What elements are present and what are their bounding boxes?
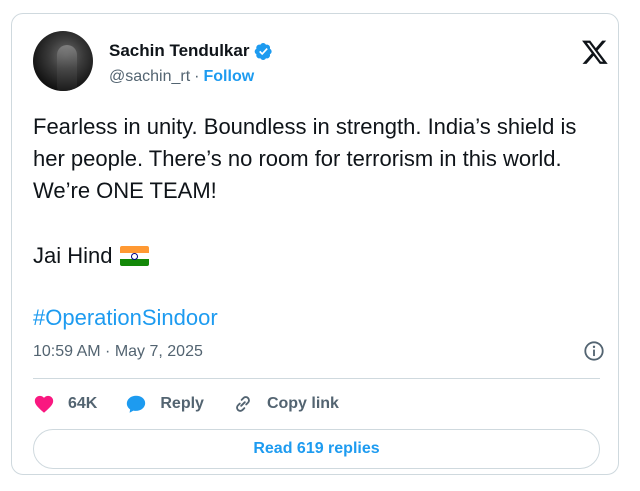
author-handle[interactable]: @sachin_rt: [109, 68, 190, 86]
copy-link-button[interactable]: Copy link: [232, 393, 339, 415]
read-replies-button[interactable]: Read 619 replies: [33, 429, 600, 469]
separator: ·: [194, 68, 200, 85]
tweet-card: Sachin Tendulkar @sachin_rt · Follow Fea…: [11, 13, 619, 475]
heart-icon: [34, 395, 54, 413]
author-name-row: Sachin Tendulkar: [109, 41, 273, 61]
author-name[interactable]: Sachin Tendulkar: [109, 41, 249, 61]
verified-badge-icon: [255, 42, 273, 60]
reply-button[interactable]: Reply: [125, 393, 204, 415]
tweet-timestamp[interactable]: 10:59 AM · May 7, 2025: [33, 343, 203, 361]
like-count: 64K: [68, 395, 98, 412]
reply-label: Reply: [160, 395, 204, 412]
avatar[interactable]: [33, 31, 93, 91]
reply-bubble-icon: [127, 395, 146, 413]
link-icon: [236, 396, 250, 412]
tweet-second-line: Jai Hind: [33, 240, 150, 272]
indian-flag-icon: [120, 246, 150, 266]
action-bar: 64K Reply Copy link: [33, 390, 367, 418]
divider: [33, 378, 600, 379]
like-button[interactable]: 64K: [33, 393, 97, 415]
copy-link-label: Copy link: [266, 395, 339, 412]
tweet-text: Fearless in unity. Boundless in strength…: [33, 114, 583, 203]
x-logo-icon[interactable]: [580, 38, 610, 66]
info-icon[interactable]: [583, 340, 605, 362]
jai-hind-text: Jai Hind: [33, 243, 113, 268]
hashtag-link[interactable]: #OperationSindoor: [33, 302, 218, 334]
follow-button[interactable]: Follow: [204, 68, 255, 86]
author-handle-row: @sachin_rt · Follow: [109, 68, 254, 86]
